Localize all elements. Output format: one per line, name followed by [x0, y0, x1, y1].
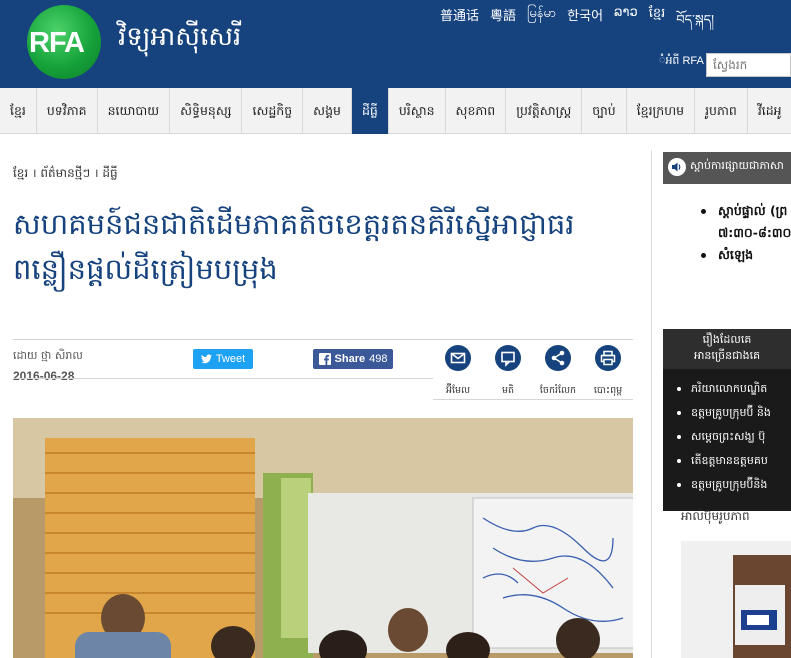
nav-item-economy[interactable]: សេដ្ឋកិច្ច	[242, 88, 304, 134]
share-label-tool: ចែករំលែក	[539, 385, 577, 396]
lang-link-tibetan[interactable]: བོད་སྐད།	[676, 5, 725, 42]
listen-title: ស្ដាប់ការផ្សាយជាភាសា	[690, 159, 784, 172]
share-icon	[545, 345, 571, 371]
most-read-heading-line-2: អានច្រើនជាងគេ	[693, 349, 761, 362]
site-title[interactable]: វិទ្យុអាស៊ីសេរី	[118, 20, 241, 58]
share-label: Share	[334, 353, 366, 365]
nav-item-land[interactable]: ដីធ្លី	[351, 88, 389, 134]
listen-time: ៧:៣០-៨:៣០	[718, 225, 791, 240]
nav-item-human-rights[interactable]: សិទ្ធិមនុស្ស	[170, 88, 243, 134]
site-header: RFA វិទ្យុអាស៊ីសេរី 普通话 粵語 မြန်မာ 한국어 ລາ…	[0, 0, 791, 88]
share-count: 498	[369, 353, 388, 365]
tweet-label: Tweet	[215, 353, 246, 365]
logo-text: RFA	[29, 27, 85, 59]
comment-tool[interactable]: មតិ	[483, 345, 533, 398]
lang-link-lao[interactable]: ລາວ	[614, 5, 649, 42]
audio-link[interactable]: សំឡេង	[690, 244, 791, 266]
breadcrumb[interactable]: ខ្មែរ । ព័ត៌មានថ្មីៗ । ដីធ្លី	[13, 164, 118, 183]
lang-link-burmese[interactable]: မြန်မာ	[527, 5, 567, 42]
comment-icon	[495, 345, 521, 371]
nav-item-law[interactable]: ច្បាប់	[582, 88, 627, 134]
audio-label: សំឡេង	[718, 247, 754, 262]
listen-list: ស្ដាប់ផ្ទាល់ (ព្រ៧:៣០-៨:៣០ សំឡេង	[690, 200, 791, 266]
twitter-bird-icon	[200, 354, 212, 364]
print-icon	[595, 345, 621, 371]
email-label: អ៊ីមែល	[445, 385, 471, 396]
language-switcher: 普通话 粵語 မြန်မာ 한국어 ລາວ ខ្មែរ བོད་སྐད།	[440, 5, 725, 42]
article-byline: ដោយ ថ្មា សិរាល	[13, 349, 83, 362]
article-headline: សហគមន៍ជនជាតិដើមភាគតិចខេត្តរតនគិរីស្នើអាជ…	[13, 207, 575, 286]
listen-header: ស្ដាប់ការផ្សាយជាភាសា	[663, 152, 791, 184]
divider	[433, 399, 633, 400]
most-read-item[interactable]: ឧត្តមគ្រូបក្រុមប៊ី និង	[663, 401, 791, 425]
nav-item-photos[interactable]: រូបភាព	[695, 88, 748, 134]
nav-item-khmer-rouge[interactable]: ខ្មែរក្រហម	[627, 88, 696, 134]
nav-item-society[interactable]: សង្គម	[303, 88, 352, 134]
listen-live-label: ស្ដាប់ផ្ទាល់ (ព្រ	[718, 203, 788, 218]
nav-item-history[interactable]: ប្រវត្តិសាស្ត្រ	[506, 88, 583, 134]
nav-item-politics[interactable]: នយោបាយ	[98, 88, 171, 134]
facebook-share-button[interactable]: Share 498	[313, 349, 393, 369]
nav-item-video[interactable]: វីដេអូ	[748, 88, 791, 134]
article-photo	[13, 418, 633, 658]
photo-album-thumbnail[interactable]	[733, 555, 791, 658]
photo-album-label[interactable]: អាល់ប៊ុមរូបភាព	[681, 508, 750, 526]
share-tool[interactable]: ចែករំលែក	[533, 345, 583, 398]
main-nav: ខ្មែរ បទវិភាគ នយោបាយ សិទ្ធិមនុស្ស សេដ្ឋក…	[0, 88, 791, 134]
most-read-item[interactable]: សម្ដេចព្រះសង្ឃ ប៊ុ	[663, 425, 791, 449]
lang-link-mandarin[interactable]: 普通话	[440, 5, 490, 42]
divider	[13, 378, 433, 379]
article-date: 2016-06-28	[13, 369, 75, 383]
most-read-list: ភរិយាលោកបណ្ឌិត ឧត្តមគ្រូបក្រុមប៊ី និង សម…	[663, 377, 791, 497]
tweet-button[interactable]: Tweet	[193, 349, 253, 369]
most-read-heading-line-1: រឿងដែលគេ	[702, 333, 752, 346]
nav-item-environment[interactable]: បរិស្ថាន	[389, 88, 446, 134]
most-read-item[interactable]: តើឧត្តមានឧត្តមគប	[663, 449, 791, 473]
most-read-heading: រឿងដែលគេ អានច្រើនជាងគេ	[663, 329, 791, 369]
comment-label: មតិ	[501, 385, 515, 396]
lang-link-khmer[interactable]: ខ្មែរ	[649, 5, 677, 42]
divider	[13, 339, 633, 340]
speaker-icon	[668, 158, 686, 176]
lang-link-korean[interactable]: 한국어	[567, 5, 614, 42]
search-input[interactable]	[706, 53, 791, 77]
sidebar-divider	[651, 150, 652, 658]
print-tool[interactable]: បោះពុម្ព	[583, 345, 633, 398]
facebook-icon	[318, 353, 331, 365]
listen-live-link[interactable]: ស្ដាប់ផ្ទាល់ (ព្រ៧:៣០-៨:៣០	[690, 200, 791, 244]
most-read-item[interactable]: ភរិយាលោកបណ្ឌិត	[663, 377, 791, 401]
nav-item-khmer[interactable]: ខ្មែរ	[0, 88, 37, 134]
print-label: បោះពុម្ព	[593, 385, 623, 396]
nav-item-analysis[interactable]: បទវិភាគ	[37, 88, 98, 134]
rfa-logo[interactable]: RFA	[27, 5, 101, 79]
email-tool[interactable]: អ៊ីមែល	[433, 345, 483, 398]
email-icon	[445, 345, 471, 371]
about-rfa-link[interactable]: ំអំពី RFA	[659, 54, 704, 70]
lang-link-cantonese[interactable]: 粵語	[490, 5, 527, 42]
most-read-box: រឿងដែលគេ អានច្រើនជាងគេ ភរិយាលោកបណ្ឌិត ឧត…	[663, 329, 791, 511]
nav-item-health[interactable]: សុខភាព	[446, 88, 507, 134]
most-read-item[interactable]: ឧត្តមគ្រូបក្រុមប៊ីនិង	[663, 473, 791, 497]
